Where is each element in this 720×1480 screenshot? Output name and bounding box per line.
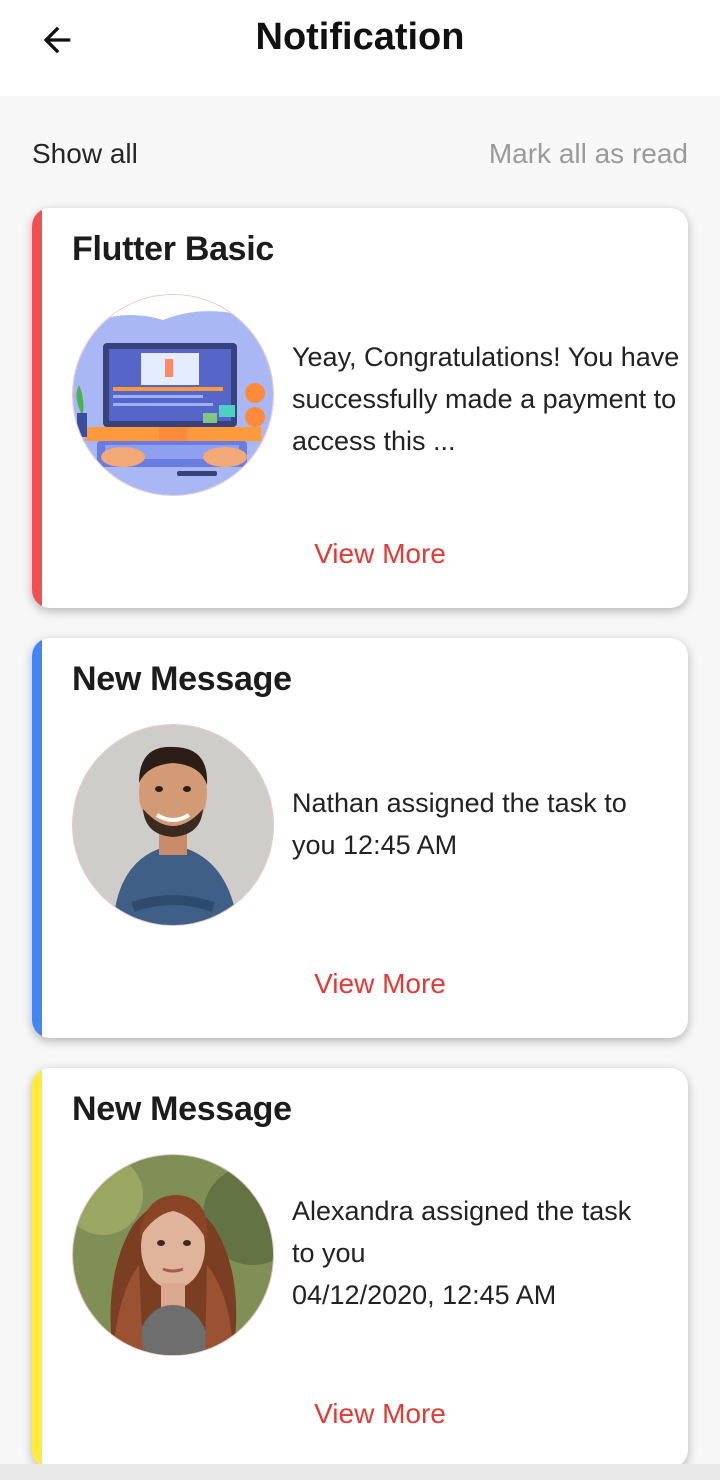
notification-title: New Message [72,660,292,698]
notification-time: 04/12/2020, 12:45 AM [292,1280,557,1310]
page-title: Notification [255,16,465,58]
actions-row: Show all Mark all as read [0,130,720,186]
alexandra-avatar [72,1154,274,1356]
notification-card[interactable]: New Message Alexandra assigned the task … [32,1068,688,1468]
notification-card[interactable]: New Message Nathan assigned the task to … [32,638,688,1038]
view-more-link[interactable]: View More [32,968,688,1000]
bottom-edge [0,1464,720,1480]
notification-time: you 12:45 AM [292,830,458,860]
notification-body-line: to you [292,1238,366,1268]
notification-body-line: Alexandra assigned the task [292,1196,632,1226]
show-all-button[interactable]: Show all [32,138,138,170]
view-more-link[interactable]: View More [32,538,688,570]
notification-title: New Message [72,1090,292,1128]
app-bar: Notification [0,0,720,96]
notification-card[interactable]: Flutter Basic Yeay, Congratulations! You… [32,208,688,608]
nathan-avatar [72,724,274,926]
course-illustration [72,294,274,496]
view-more-link[interactable]: View More [32,1398,688,1430]
notification-body: Yeay, Congratulations! You have successf… [292,342,680,456]
mark-all-read-button[interactable]: Mark all as read [489,138,688,170]
notification-body: Nathan assigned the task to you 12:45 AM [292,782,684,866]
notification-body-line: Nathan assigned the task to [292,788,627,818]
notification-title: Flutter Basic [72,230,275,268]
notification-body: Alexandra assigned the task to you 04/12… [292,1190,684,1316]
